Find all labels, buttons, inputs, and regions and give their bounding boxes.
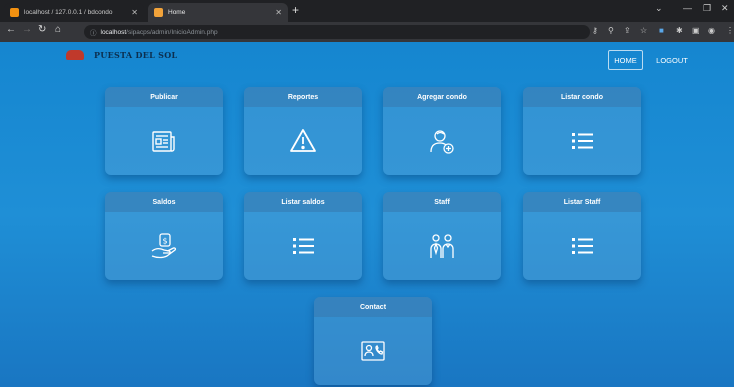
zoom-icon[interactable]: ⚲ [608,26,614,35]
url-path: /sipacps/admin/InicioAdmin.php [126,28,218,36]
card-title: Listar saldos [244,192,362,212]
extension-icon[interactable]: ■ [659,26,664,35]
tab-title: localhost / 127.0.0.1 / bdcondo [24,9,113,16]
add-user-icon [430,130,454,154]
newspaper-icon [152,131,175,152]
card-title: Staff [383,192,501,212]
browser-toolbar: ← → ↻ ⌂ ⓘ localhost /sipacps/admin/Inici… [0,22,734,42]
list-icon [293,238,314,254]
card-listar-staff[interactable]: Listar Staff [523,192,641,280]
reload-icon[interactable]: ↻ [38,24,46,35]
site-info-icon[interactable]: ⓘ [90,27,97,37]
forward-icon: → [22,24,32,35]
url-host: localhost [100,28,127,36]
maximize-icon[interactable]: ❐ [703,3,711,14]
minimize-icon[interactable]: — [683,3,692,13]
close-tab-icon[interactable]: ✕ [275,8,282,17]
card-publicar[interactable]: Publicar [105,87,223,175]
money-hand-icon: $ [151,233,177,259]
staff-icon [430,234,454,258]
card-listar-condo[interactable]: Listar condo [523,87,641,175]
menu-icon[interactable]: ⋮ [726,26,734,35]
side-panel-icon[interactable]: ▣ [692,26,700,35]
new-tab-icon[interactable]: + [292,3,299,17]
tab-title: Home [168,9,186,16]
browser-tab-strip: localhost / 127.0.0.1 / bdcondo ✕ Home ✕… [0,0,734,22]
back-icon[interactable]: ← [6,24,16,35]
tab-search-icon[interactable]: ⌄ [655,3,663,14]
list-icon [572,238,593,254]
contact-icon [361,341,385,361]
home-icon[interactable]: ⌂ [55,24,61,35]
address-bar[interactable]: ⓘ localhost /sipacps/admin/InicioAdmin.p… [84,25,590,39]
warning-icon [290,129,316,152]
card-staff[interactable]: Staff [383,192,501,280]
close-window-icon[interactable]: ✕ [721,3,729,14]
share-icon[interactable]: ⇪ [624,26,631,35]
extensions-puzzle-icon[interactable]: ✱ [676,26,683,35]
card-contact[interactable]: Contact [314,297,432,385]
card-title: Listar Staff [523,192,641,212]
card-title: Agregar condo [383,87,501,107]
card-title: Saldos [105,192,223,212]
browser-tab-phpmyadmin[interactable]: localhost / 127.0.0.1 / bdcondo ✕ [4,3,144,22]
site-logo[interactable]: PUESTA DEL SOL [66,50,177,60]
card-saldos[interactable]: Saldos $ [105,192,223,280]
logo-text: PUESTA DEL SOL [94,50,178,60]
bookmark-star-icon[interactable]: ☆ [640,26,647,35]
svg-text:$: $ [162,237,167,246]
card-agregar-condo[interactable]: Agregar condo [383,87,501,175]
nav-logout-link[interactable]: LOGOUT [652,50,692,70]
card-title: Publicar [105,87,223,107]
card-reportes[interactable]: Reportes [244,87,362,175]
card-title: Listar condo [523,87,641,107]
sunset-logo-icon [66,50,84,60]
browser-tab-home[interactable]: Home ✕ [148,3,288,22]
nav-home-link[interactable]: HOME [608,50,643,70]
phpmyadmin-icon [10,8,19,17]
card-title: Contact [314,297,432,317]
site-favicon-icon [154,8,163,17]
admin-home-page: PUESTA DEL SOL HOME LOGOUT Publicar Repo… [0,42,734,387]
close-tab-icon[interactable]: ✕ [131,8,138,17]
card-listar-saldos[interactable]: Listar saldos [244,192,362,280]
list-icon [572,133,593,149]
profile-avatar-icon[interactable]: ◉ [708,26,715,35]
card-title: Reportes [244,87,362,107]
key-icon[interactable]: ⚷ [592,26,598,35]
